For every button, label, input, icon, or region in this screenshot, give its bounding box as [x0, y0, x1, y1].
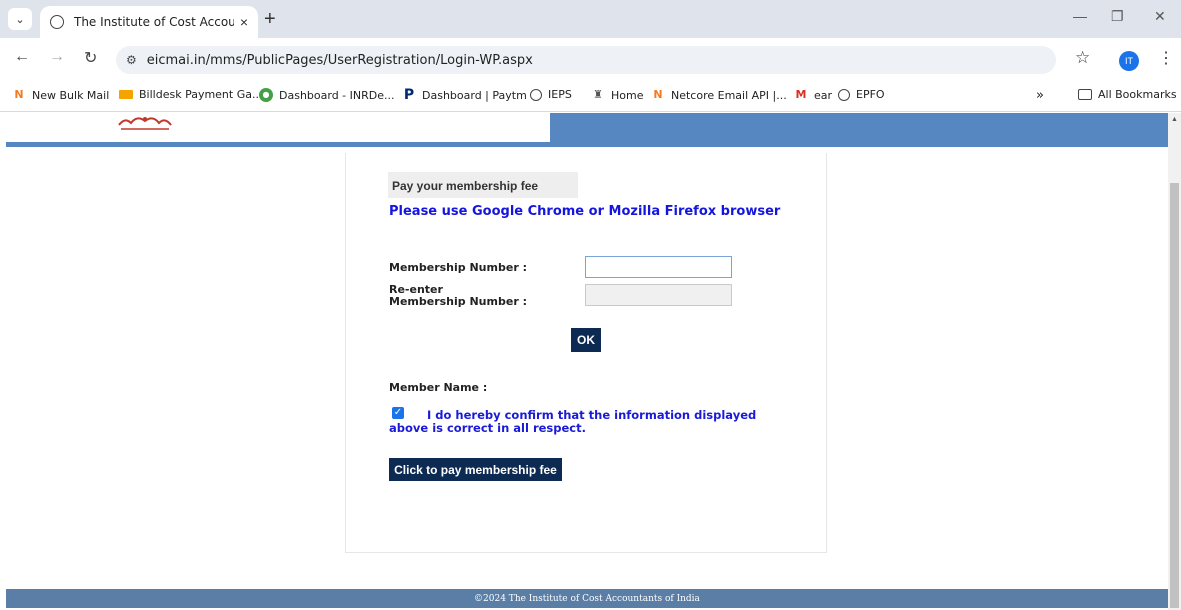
- browser-notice: Please use Google Chrome or Mozilla Fire…: [389, 204, 781, 219]
- emblem-icon: ♜: [593, 88, 603, 101]
- tab-close-icon[interactable]: ×: [240, 14, 248, 30]
- scrollbar-thumb[interactable]: [1170, 183, 1179, 608]
- pay-membership-fee-button[interactable]: Click to pay membership fee: [389, 458, 562, 481]
- tab-search-dropdown[interactable]: ⌄: [8, 8, 32, 30]
- bookmarks-overflow-button[interactable]: »: [1036, 88, 1044, 103]
- bookmark-label: Dashboard - INRDe...: [279, 88, 395, 102]
- header-band: [6, 142, 1168, 147]
- header-logo-area: [6, 113, 550, 142]
- bookmark-item[interactable]: ● Dashboard - INRDe...: [259, 88, 394, 102]
- bookmark-item[interactable]: EPFO: [838, 88, 885, 101]
- all-bookmarks-label: All Bookmarks: [1098, 88, 1177, 101]
- active-tab[interactable]: The Institute of Cost Accountan ×: [40, 6, 258, 38]
- bookmark-item[interactable]: P Dashboard | Paytm: [402, 88, 527, 102]
- bookmarks-bar: N New Bulk Mail Billdesk Payment Ga... ●…: [0, 80, 1181, 112]
- page-viewport: Pay your membership fee Please use Googl…: [0, 113, 1168, 610]
- close-window-icon[interactable]: ✕: [1154, 8, 1166, 25]
- netcore-icon: N: [14, 88, 24, 101]
- folder-icon: [1078, 89, 1092, 100]
- bookmark-item[interactable]: N Netcore Email API |...: [651, 88, 787, 102]
- reenter-membership-number-input[interactable]: [585, 284, 732, 306]
- tab-strip: ⌄ The Institute of Cost Accountan × + — …: [0, 0, 1181, 38]
- globe-icon: [50, 15, 64, 29]
- url-text[interactable]: eicmai.in/mms/PublicPages/UserRegistrati…: [147, 53, 533, 68]
- profile-avatar[interactable]: IT: [1119, 51, 1139, 71]
- minimize-icon[interactable]: —: [1073, 8, 1087, 24]
- forward-icon[interactable]: →: [49, 48, 65, 66]
- bookmark-item[interactable]: IEPS: [530, 88, 572, 101]
- confirm-statement: I do hereby confirm that the information…: [389, 408, 757, 435]
- bookmark-label: New Bulk Mail: [32, 88, 110, 102]
- bookmark-label: IEPS: [548, 88, 572, 101]
- site-info-icon[interactable]: ⚙: [126, 53, 137, 67]
- menu-kebab-icon[interactable]: ⋮: [1158, 48, 1174, 68]
- pay-fee-heading: Pay your membership fee: [388, 172, 578, 198]
- bookmark-item[interactable]: Billdesk Payment Ga...: [119, 88, 262, 101]
- billdesk-icon: [119, 90, 133, 99]
- all-bookmarks-button[interactable]: All Bookmarks: [1078, 88, 1177, 101]
- reenter-label-line2: Membership Number :: [389, 295, 527, 308]
- netcore-icon: N: [653, 88, 663, 101]
- vertical-scrollbar[interactable]: ▲: [1168, 113, 1181, 610]
- back-icon[interactable]: ←: [14, 48, 30, 66]
- page-footer: ©2024 The Institute of Cost Accountants …: [6, 589, 1168, 608]
- bookmark-label: Netcore Email API |...: [671, 88, 787, 102]
- globe-icon: [838, 88, 850, 101]
- new-tab-button[interactable]: +: [264, 9, 276, 29]
- scroll-up-icon[interactable]: ▲: [1168, 116, 1181, 123]
- institute-logo-icon: [118, 117, 172, 130]
- header-banner: [550, 113, 1168, 143]
- membership-number-input[interactable]: [585, 256, 732, 278]
- tab-title: The Institute of Cost Accountan: [73, 15, 234, 29]
- bookmark-label: Dashboard | Paytm: [422, 88, 527, 102]
- restore-icon[interactable]: ❐: [1111, 8, 1124, 25]
- member-name-label: Member Name :: [389, 381, 488, 394]
- reload-icon[interactable]: ↻: [84, 48, 97, 68]
- paytm-icon: P: [403, 87, 415, 103]
- bookmark-label: Billdesk Payment Ga...: [139, 88, 263, 101]
- globe-icon: [530, 88, 542, 101]
- gmail-icon: M: [795, 88, 807, 101]
- confirm-checkbox[interactable]: ✓: [392, 407, 404, 419]
- bookmark-item[interactable]: N New Bulk Mail: [12, 88, 109, 102]
- bookmark-label: EPFO: [856, 88, 885, 101]
- ok-button[interactable]: OK: [571, 328, 601, 352]
- membership-number-label: Membership Number :: [389, 261, 527, 274]
- bookmark-label: Home: [611, 88, 644, 102]
- address-bar[interactable]: ⚙ eicmai.in/mms/PublicPages/UserRegistra…: [116, 46, 1056, 74]
- bookmark-item[interactable]: M ear: [794, 88, 833, 102]
- bookmark-item[interactable]: ♜ Home: [591, 88, 643, 102]
- inrdeals-icon: ●: [259, 88, 273, 102]
- bookmark-label: ear: [814, 88, 833, 102]
- bookmark-star-icon[interactable]: ☆: [1075, 48, 1090, 68]
